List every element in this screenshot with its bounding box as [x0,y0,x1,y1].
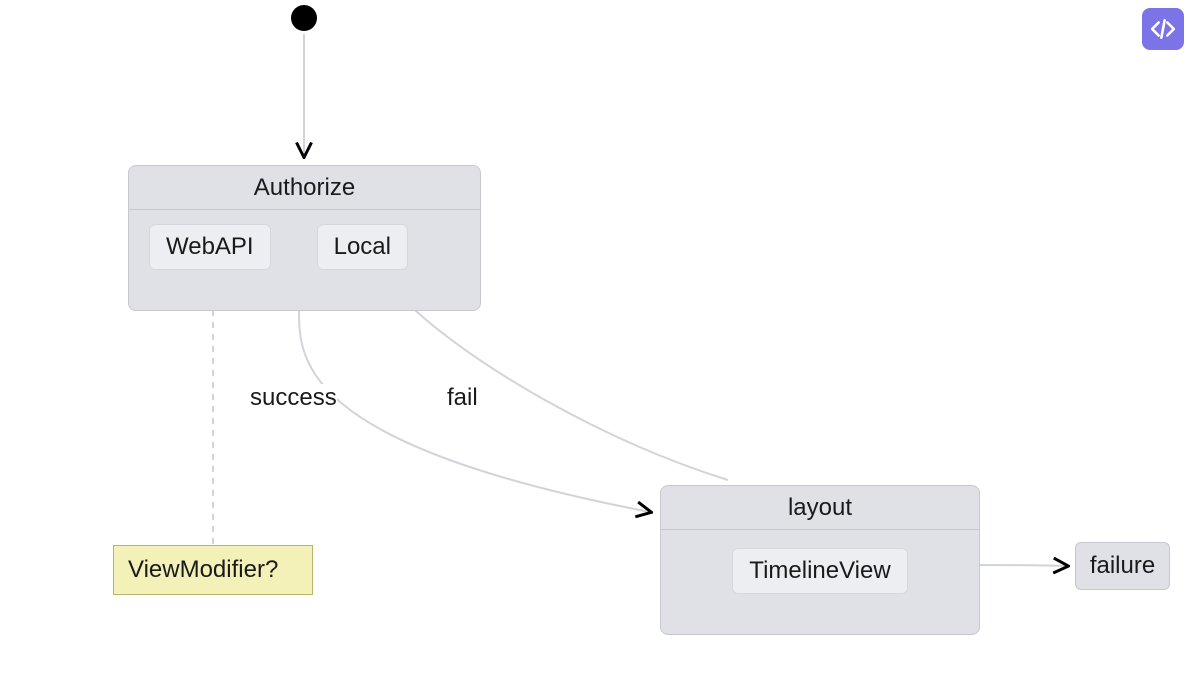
code-icon [1150,16,1176,42]
authorize-webapi-node[interactable]: WebAPI [149,224,271,270]
authorize-title: Authorize [129,166,480,210]
layout-timelineview-node[interactable]: TimelineView [732,548,907,594]
edge-label-success: success [250,384,337,412]
code-toggle-button[interactable] [1142,8,1184,50]
viewmodifier-note[interactable]: ViewModifier? [113,545,313,595]
authorize-local-node[interactable]: Local [317,224,408,270]
failure-node[interactable]: failure [1075,542,1170,590]
layout-body: TimelineView [661,530,979,614]
diagram-canvas: Authorize WebAPI Local ViewModifier? lay… [0,0,1192,692]
start-node [291,5,317,31]
authorize-node[interactable]: Authorize WebAPI Local [128,165,481,311]
edge-layout-to-failure [980,565,1067,566]
authorize-body: WebAPI Local [129,210,480,290]
edge-label-fail: fail [447,384,478,412]
layout-node[interactable]: layout TimelineView [660,485,980,635]
layout-title: layout [661,486,979,530]
